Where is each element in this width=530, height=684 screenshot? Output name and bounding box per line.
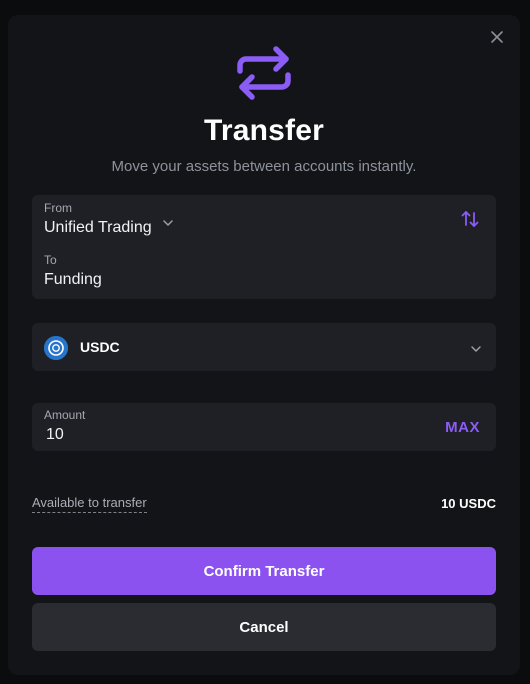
max-button[interactable]: MAX xyxy=(445,419,480,436)
arrows-swap-icon xyxy=(232,41,296,105)
asset-select[interactable]: USDC xyxy=(32,323,496,371)
transfer-modal: Transfer Move your assets between accoun… xyxy=(8,15,520,675)
amount-input[interactable] xyxy=(46,424,366,446)
to-label: To xyxy=(44,253,57,267)
modal-subtitle: Move your assets between accounts instan… xyxy=(111,158,417,175)
account-selector: From Unified Trading To Funding xyxy=(32,195,496,299)
amount-field: Amount MAX xyxy=(32,403,496,451)
chevron-down-icon[interactable] xyxy=(162,216,174,228)
modal-title: Transfer xyxy=(204,114,324,147)
confirm-transfer-button[interactable]: Confirm Transfer xyxy=(32,547,496,595)
swap-vertical-icon[interactable] xyxy=(460,209,480,229)
amount-label: Amount xyxy=(44,408,86,422)
from-label: From xyxy=(44,201,72,215)
cancel-button[interactable]: Cancel xyxy=(32,603,496,651)
available-to-transfer-label[interactable]: Available to transfer xyxy=(32,495,147,513)
available-to-transfer-value: 10 USDC xyxy=(441,496,496,511)
close-icon[interactable] xyxy=(490,30,504,44)
to-account-value: Funding xyxy=(44,271,102,288)
chevron-down-icon[interactable] xyxy=(470,342,482,354)
usdc-coin-icon xyxy=(44,336,68,360)
asset-name: USDC xyxy=(80,339,120,355)
from-account-select[interactable]: Unified Trading xyxy=(44,219,152,237)
